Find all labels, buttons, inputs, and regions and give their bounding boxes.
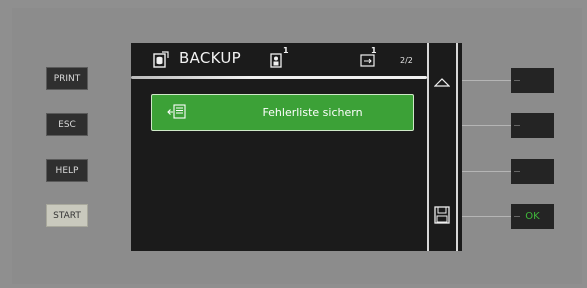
database-icon (153, 51, 169, 72)
page-indicator: 2/2 (400, 56, 413, 65)
esc-button[interactable]: ESC (46, 113, 88, 136)
softkey-2[interactable] (511, 113, 554, 138)
start-label: START (53, 210, 81, 221)
ok-label: OK (525, 211, 540, 222)
start-button[interactable]: START (46, 204, 88, 227)
ok-softkey[interactable]: OK (511, 204, 554, 229)
save-error-list-label: Fehlerliste sichern (262, 106, 363, 119)
softkey-leader-3 (462, 171, 511, 172)
softkey-leader-4 (462, 216, 511, 217)
arrow-up-icon[interactable] (433, 72, 451, 91)
save-error-list-button[interactable]: Fehlerliste sichern (151, 94, 414, 131)
display-screen: BACKUP 1 1 2/2 Fehlerliste sichern (131, 43, 462, 251)
usb-badge: 1 (371, 46, 377, 55)
softkey-1[interactable] (511, 68, 554, 93)
help-button[interactable]: HELP (46, 159, 88, 182)
print-label: PRINT (53, 73, 81, 84)
sidebar-divider-right (456, 43, 458, 251)
screen-header: BACKUP 1 1 2/2 (131, 43, 427, 73)
print-button[interactable]: PRINT (46, 67, 88, 90)
user-badge: 1 (283, 46, 289, 55)
esc-label: ESC (58, 119, 76, 130)
screen-title: BACKUP (179, 49, 242, 67)
floppy-disk-icon[interactable] (434, 206, 450, 228)
softkey-leader-1 (462, 80, 511, 81)
help-label: HELP (55, 165, 79, 176)
sidebar-divider-left (427, 43, 429, 251)
softkey-leader-2 (462, 125, 511, 126)
header-underline (131, 76, 427, 79)
softkey-3[interactable] (511, 159, 554, 184)
